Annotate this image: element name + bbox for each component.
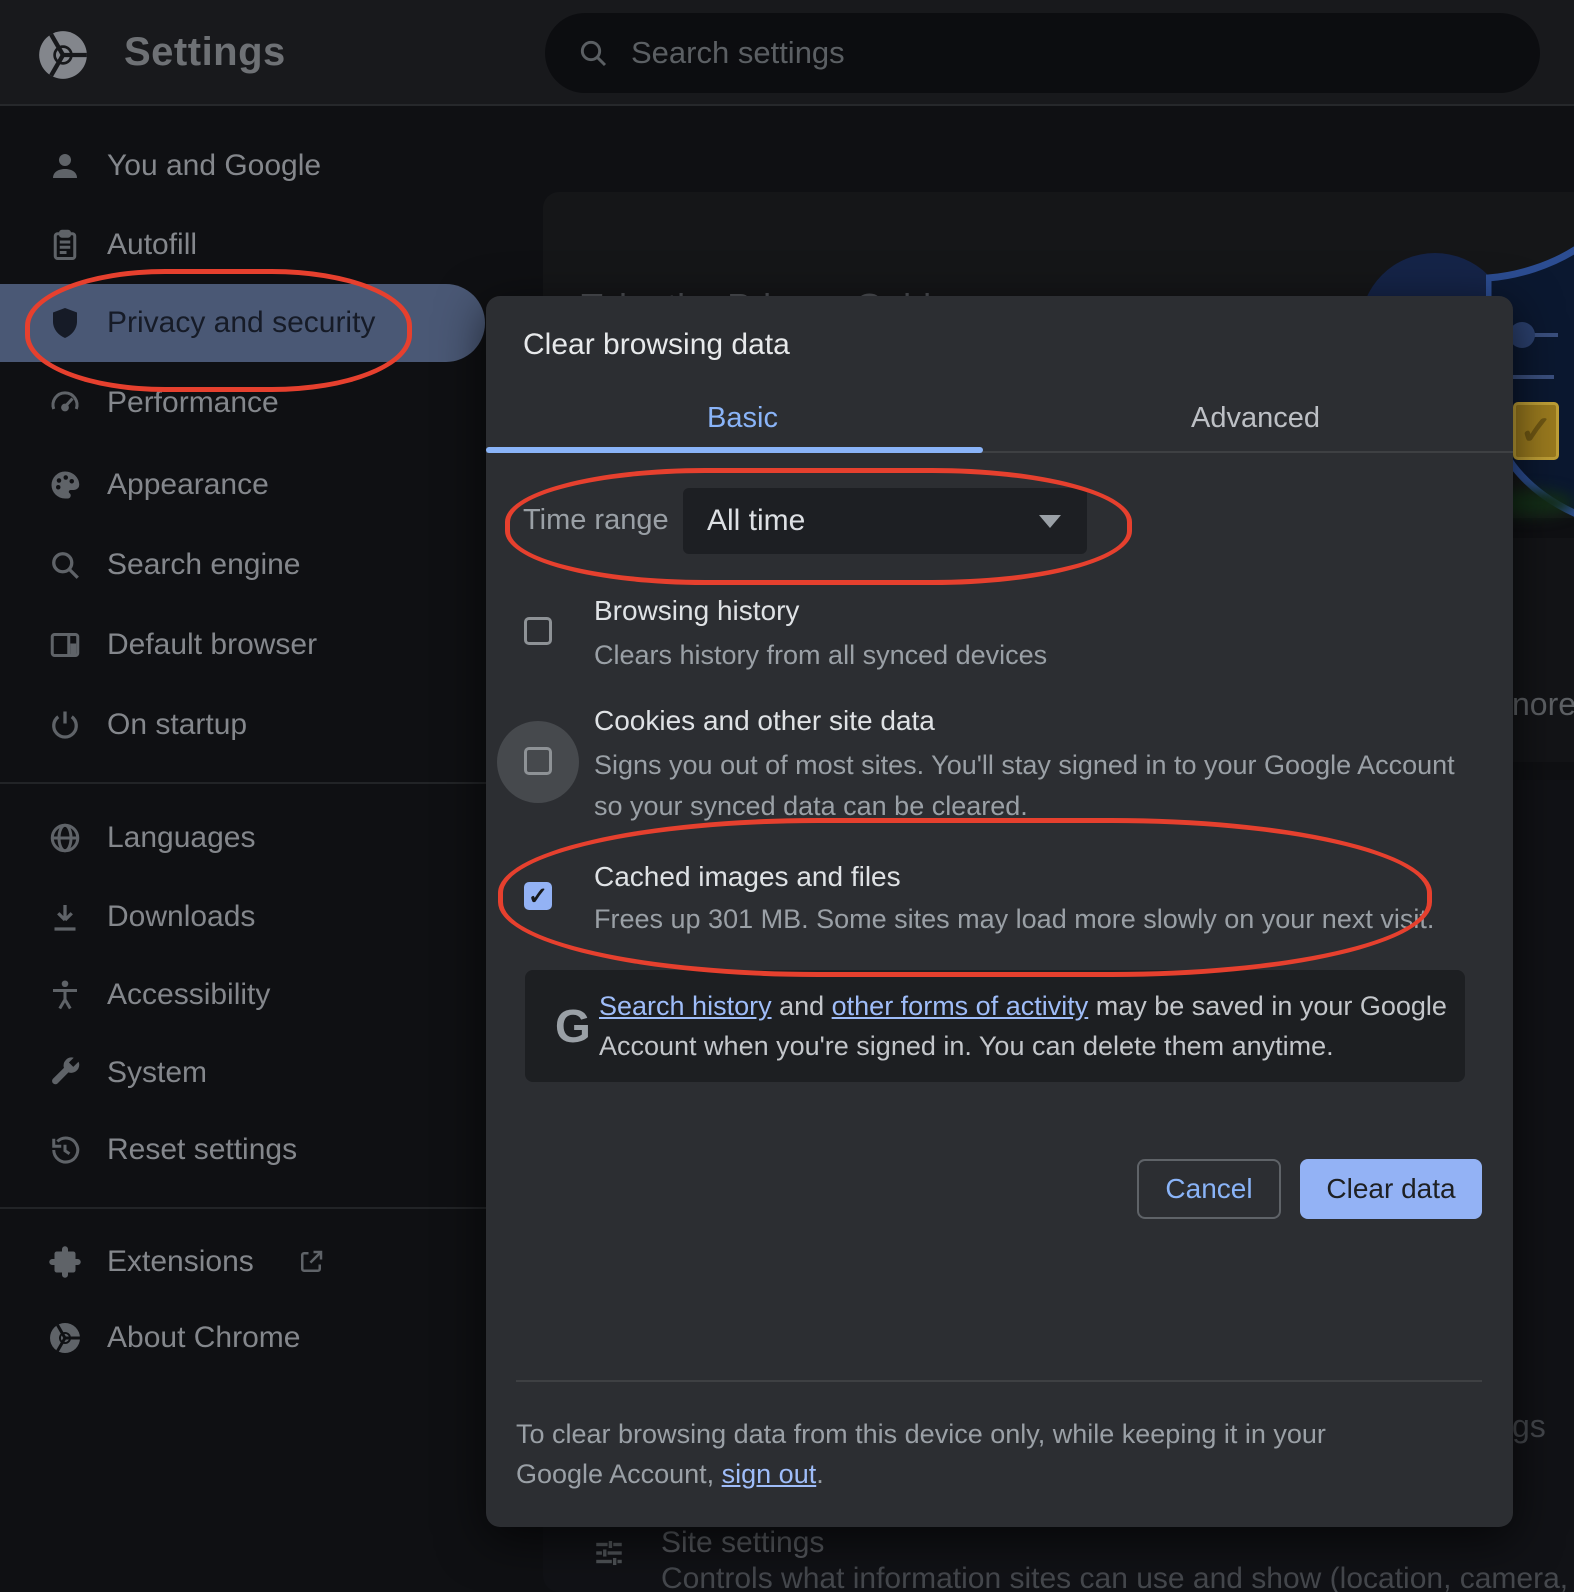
row-desc: Clears history from all synced devices: [594, 635, 1484, 676]
palette-icon: [47, 467, 83, 503]
sidebar-item-label: Downloads: [107, 900, 255, 934]
time-range-value: All time: [707, 504, 805, 538]
row-title: Cookies and other site data: [594, 705, 935, 737]
sidebar-item-autofill[interactable]: Autofill: [0, 206, 483, 284]
search-history-link[interactable]: Search history: [599, 991, 772, 1021]
footer-text-part: .: [816, 1459, 824, 1489]
puzzle-icon: [47, 1244, 83, 1280]
row-desc: Frees up 301 MB. Some sites may load mor…: [594, 899, 1484, 940]
sidebar-item-accessibility[interactable]: Accessibility: [0, 956, 483, 1034]
clear-browsing-data-dialog: Clear browsing data Basic Advanced Time …: [486, 296, 1513, 1527]
clear-data-button[interactable]: Clear data: [1300, 1159, 1482, 1219]
sidebar-item-label: Appearance: [107, 468, 269, 502]
header-bar: Settings: [0, 0, 1574, 106]
settings-search-bar[interactable]: [545, 13, 1540, 93]
illustration-gold-checkbox: ✓: [1513, 402, 1559, 460]
row-desc: Signs you out of most sites. You'll stay…: [594, 745, 1484, 827]
page-title: Settings: [124, 0, 286, 104]
sidebar-item-label: Performance: [107, 386, 279, 420]
sidebar-item-privacy-and-security[interactable]: Privacy and security: [0, 284, 483, 362]
sidebar-item-system[interactable]: System: [0, 1034, 483, 1112]
footer-divider: [516, 1380, 1482, 1382]
sidebar-item-performance[interactable]: Performance: [0, 364, 483, 442]
sidebar-divider: [0, 1207, 543, 1209]
time-range-label: Time range: [523, 504, 669, 537]
footer-note: To clear browsing data from this device …: [516, 1414, 1416, 1494]
notice-text-part: and: [772, 991, 832, 1021]
sidebar-item-label: Languages: [107, 821, 255, 855]
row-title: Cached images and files: [594, 861, 901, 893]
sidebar-item-appearance[interactable]: Appearance: [0, 446, 483, 524]
globe-icon: [47, 820, 83, 856]
accessibility-person-icon: [47, 977, 83, 1013]
chrome-logo-icon: [37, 29, 89, 81]
sidebar-divider: [0, 782, 543, 784]
sidebar-item-label: Search engine: [107, 548, 300, 582]
sidebar-item-default-browser[interactable]: Default browser: [0, 606, 483, 684]
download-icon: [47, 899, 83, 935]
sidebar-item-label: Reset settings: [107, 1133, 297, 1167]
site-settings-row-desc: Controls what information sites can use …: [661, 1562, 1574, 1592]
tab-advanced[interactable]: Advanced: [999, 388, 1512, 448]
section-heading-fragment: gs: [1512, 1408, 1546, 1445]
sidebar-item-about-chrome[interactable]: About Chrome: [0, 1299, 483, 1377]
search-input[interactable]: [629, 34, 1433, 72]
external-link-icon: [296, 1247, 326, 1277]
sidebar-item-on-startup[interactable]: On startup: [0, 686, 483, 764]
sidebar-item-extensions[interactable]: Extensions: [0, 1223, 483, 1301]
sidebar-item-languages[interactable]: Languages: [0, 799, 483, 877]
sidebar-item-label: Accessibility: [107, 978, 270, 1012]
sidebar-item-you-and-google[interactable]: You and Google: [0, 127, 483, 205]
chevron-down-icon: [1039, 515, 1061, 528]
sidebar-item-label: About Chrome: [107, 1321, 300, 1355]
sidebar-item-label: Default browser: [107, 628, 317, 662]
chrome-icon: [47, 1320, 83, 1356]
speedometer-icon: [47, 385, 83, 421]
cancel-button[interactable]: Cancel: [1137, 1159, 1281, 1219]
notice-text: Search history and other forms of activi…: [599, 986, 1459, 1066]
shield-icon: [47, 305, 83, 341]
row-title: Browsing history: [594, 595, 799, 627]
time-range-select[interactable]: All time: [683, 488, 1087, 554]
browser-window-icon: [47, 627, 83, 663]
browsing-history-checkbox[interactable]: [524, 617, 552, 645]
sidebar-item-downloads[interactable]: Downloads: [0, 878, 483, 956]
site-settings-tune-icon: [592, 1536, 626, 1570]
sidebar-item-search-engine[interactable]: Search engine: [0, 526, 483, 604]
gold-check-glyph: ✓: [1519, 408, 1553, 454]
cookies-checkbox[interactable]: [524, 747, 552, 775]
chrome-settings-page: ✓ Take the Privacy Guide nore gs Site se…: [0, 0, 1574, 1592]
search-icon: [577, 37, 609, 69]
sidebar-item-label: You and Google: [107, 149, 321, 183]
sidebar-item-label: Autofill: [107, 228, 197, 262]
google-g-icon: G: [555, 970, 591, 1082]
magnifier-icon: [47, 547, 83, 583]
tab-basic[interactable]: Basic: [486, 388, 999, 448]
other-activity-link[interactable]: other forms of activity: [832, 991, 1089, 1021]
sidebar-item-label: Privacy and security: [107, 306, 375, 340]
footer-text-part: To clear browsing data from this device …: [516, 1419, 1326, 1489]
sidebar-item-label: Extensions: [107, 1245, 254, 1279]
cached-images-checkbox[interactable]: ✓: [524, 882, 552, 910]
history-restore-icon: [47, 1132, 83, 1168]
learn-more-link-fragment[interactable]: nore: [1512, 686, 1574, 723]
sidebar-item-reset-settings[interactable]: Reset settings: [0, 1111, 483, 1189]
dialog-title: Clear browsing data: [523, 328, 790, 362]
wrench-icon: [47, 1055, 83, 1091]
sign-out-link[interactable]: sign out: [722, 1459, 817, 1489]
sidebar-item-label: On startup: [107, 708, 247, 742]
google-account-notice: G Search history and other forms of acti…: [525, 970, 1465, 1082]
power-icon: [47, 707, 83, 743]
person-icon: [47, 148, 83, 184]
active-tab-indicator: [486, 447, 983, 453]
checkmark-icon: ✓: [528, 882, 548, 911]
clipboard-icon: [47, 227, 83, 263]
site-settings-row-title[interactable]: Site settings: [661, 1526, 824, 1560]
sidebar-item-label: System: [107, 1056, 207, 1090]
